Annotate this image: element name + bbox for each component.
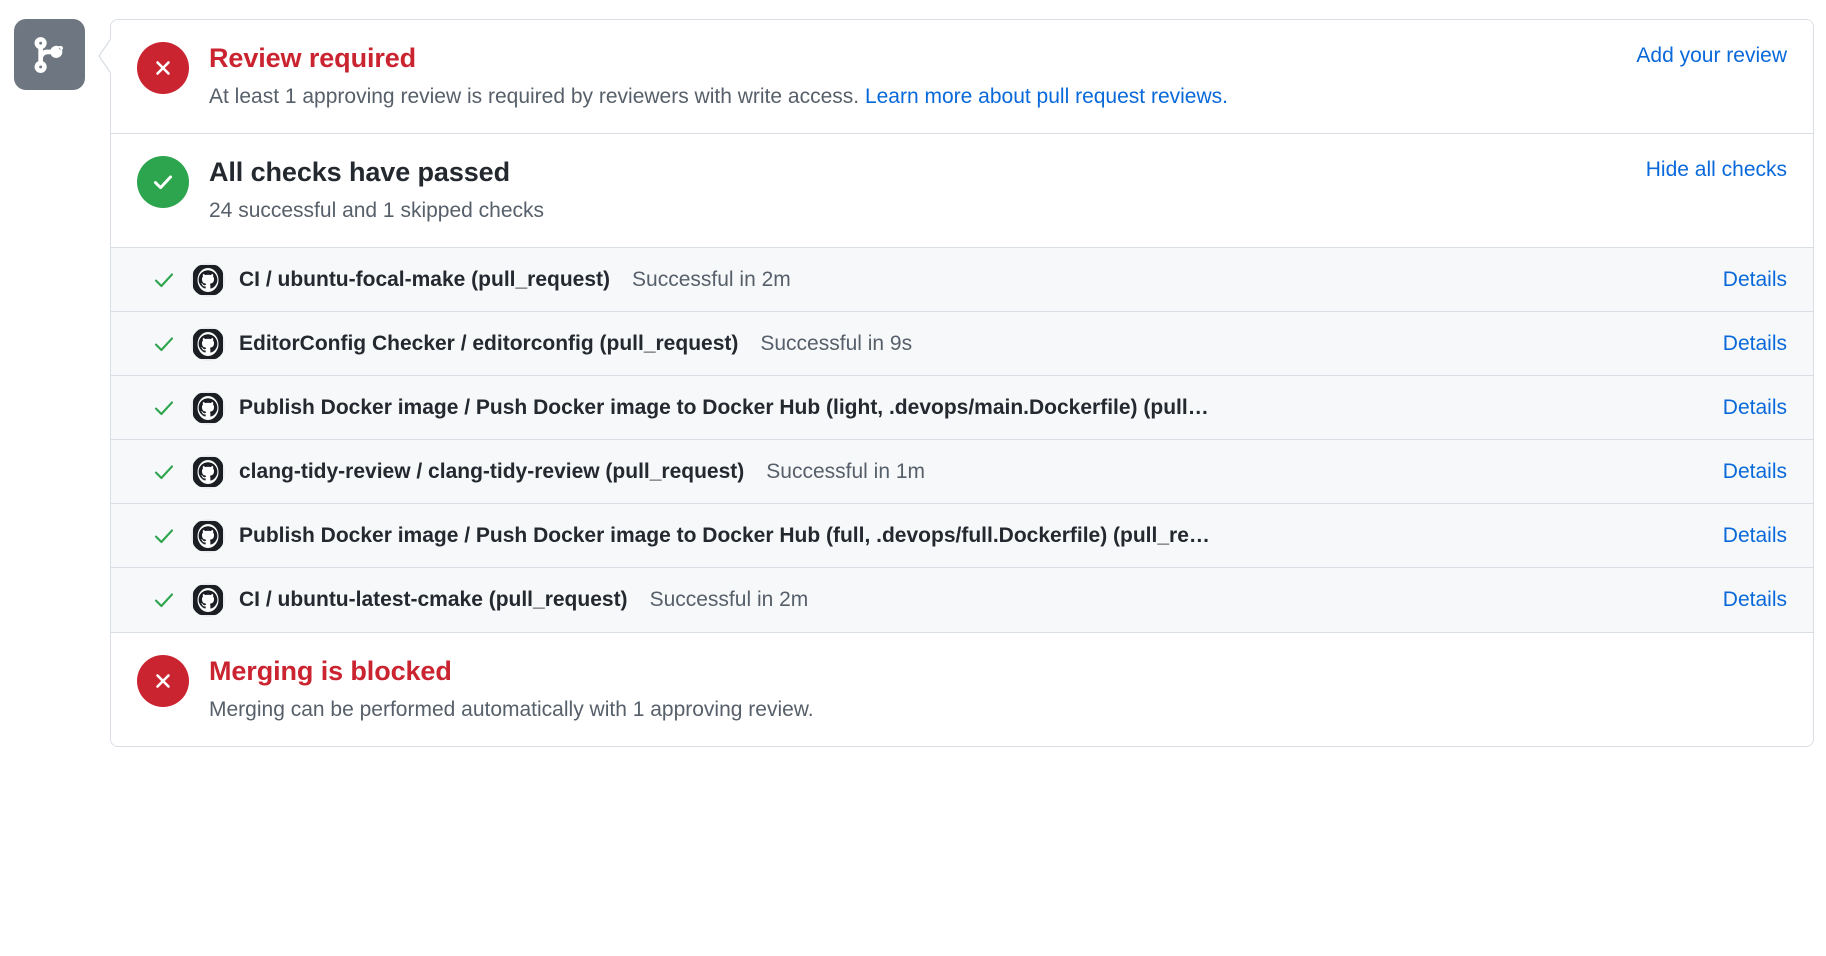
table-row[interactable]: Publish Docker image / Push Docker image… [111,504,1813,569]
pull-request-merge-status-screen: Review required At least 1 approving rev… [0,0,1826,956]
checks-summary-section: All checks have passed 24 successful and… [111,133,1813,248]
check-details-link[interactable]: Details [1723,396,1787,420]
merging-blocked-text: Merging is blocked Merging can be perfor… [209,653,1787,724]
check-icon [151,331,177,357]
table-row[interactable]: clang-tidy-review / clang-tidy-review (p… [111,440,1813,505]
table-row[interactable]: CI / ubuntu-latest-cmake (pull_request) … [111,568,1813,633]
check-icon [151,523,177,549]
merging-blocked-description: Merging can be performed automatically w… [209,698,814,722]
check-icon [151,395,177,421]
check-details-link[interactable]: Details [1723,268,1787,292]
github-actions-octocat-icon [191,326,225,361]
merge-state-badge [14,19,85,90]
github-actions-octocat-icon [191,518,225,553]
check-icon [151,459,177,485]
check-name: clang-tidy-review / clang-tidy-review (p… [239,459,745,483]
check-name: Publish Docker image / Push Docker image… [239,523,1210,547]
check-name: Publish Docker image / Push Docker image… [239,395,1209,419]
check-status: Successful in 9s [760,331,913,355]
check-circle-icon [137,156,189,209]
github-actions-octocat-icon [191,454,225,489]
checks-summary-description: 24 successful and 1 skipped checks [209,198,545,222]
checks-summary-title: All checks have passed [209,157,510,188]
review-required-section: Review required At least 1 approving rev… [111,20,1813,134]
check-details-link[interactable]: Details [1723,332,1787,356]
github-actions-octocat-icon [191,390,225,425]
x-circle-icon [137,655,189,708]
check-icon [151,587,177,613]
table-row[interactable]: EditorConfig Checker / editorconfig (pul… [111,312,1813,377]
learn-more-pull-request-reviews-link[interactable]: Learn more about pull request reviews. [865,85,1228,108]
review-required-title: Review required [209,43,417,73]
check-name: CI / ubuntu-latest-cmake (pull_request) [239,588,628,612]
table-row[interactable]: Publish Docker image / Push Docker image… [111,376,1813,441]
check-status: Successful in 2m [632,267,791,291]
callout-pointer-arrow [97,36,114,76]
merging-blocked-title: Merging is blocked [209,656,452,687]
merging-blocked-section: Merging is blocked Merging can be perfor… [111,632,1813,747]
check-name: EditorConfig Checker / editorconfig (pul… [239,331,739,355]
check-status: Successful in 2m [649,588,809,612]
hide-all-checks-link[interactable]: Hide all checks [1646,154,1787,182]
check-details-link[interactable]: Details [1723,460,1787,484]
github-actions-octocat-icon [191,262,225,297]
check-details-link[interactable]: Details [1723,524,1787,548]
review-required-description-text: At least 1 approving review is required … [209,84,865,108]
check-icon [151,267,177,293]
merge-status-box: Review required At least 1 approving rev… [110,19,1814,748]
review-required-description: At least 1 approving review is required … [209,82,1612,111]
check-name: CI / ubuntu-focal-make (pull_request) [239,267,611,291]
checks-list: CI / ubuntu-focal-make (pull_request) Su… [111,247,1813,633]
check-status: Successful in 1m [766,459,926,483]
github-actions-octocat-icon [191,583,225,618]
review-required-text: Review required At least 1 approving rev… [209,40,1612,111]
git-merge-icon [30,35,70,75]
table-row[interactable]: CI / ubuntu-focal-make (pull_request) Su… [111,248,1813,313]
check-details-link[interactable]: Details [1723,588,1787,612]
checks-summary-text: All checks have passed 24 successful and… [209,154,1622,225]
add-your-review-link[interactable]: Add your review [1636,40,1787,68]
x-circle-icon [137,42,189,94]
